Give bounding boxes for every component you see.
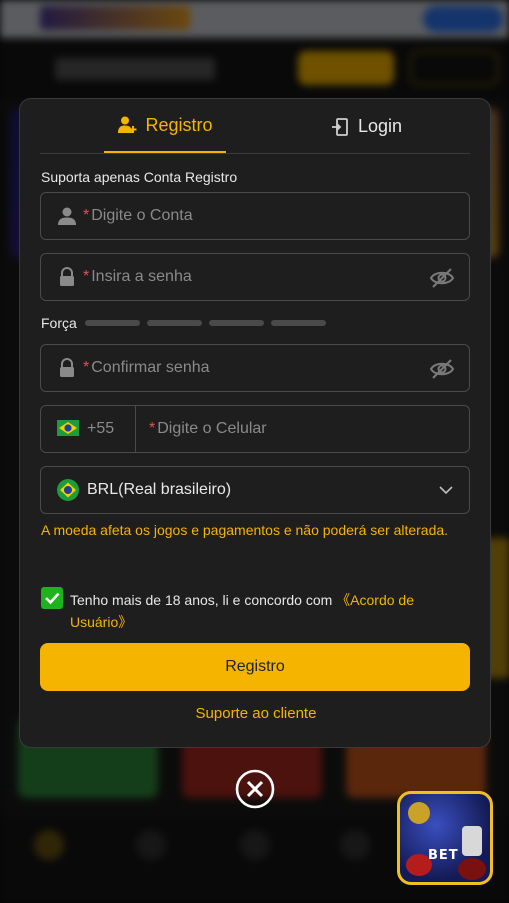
app-shortcut-icon[interactable]: BET	[397, 791, 493, 885]
age-agreement-checkbox[interactable]	[41, 587, 63, 609]
tab-registro-label: Registro	[145, 114, 213, 135]
password-placeholder: * Insira a senha	[83, 268, 192, 285]
auth-tabs: Registro Login	[40, 99, 470, 154]
strength-bar	[270, 320, 326, 326]
phone-country-code[interactable]: +55	[87, 420, 114, 438]
eye-off-icon[interactable]	[429, 357, 455, 381]
account-field[interactable]: * Digite o Conta	[40, 192, 470, 240]
user-icon	[58, 207, 76, 225]
tab-registro[interactable]: Registro	[104, 99, 226, 153]
password-field[interactable]: * Insira a senha	[40, 253, 470, 301]
password-strength: Força	[41, 315, 333, 331]
confirm-placeholder: * Confirmar senha	[83, 359, 210, 376]
phone-divider	[135, 406, 136, 452]
phone-field[interactable]: +55 * Digite o Celular	[40, 405, 470, 453]
confirm-password-field[interactable]: * Confirmar senha	[40, 344, 470, 392]
strength-label: Força	[41, 315, 77, 331]
strength-bar	[84, 320, 140, 326]
lock-icon	[60, 267, 74, 286]
support-note: Suporta apenas Conta Registro	[41, 169, 238, 185]
brazil-flag-icon	[57, 479, 79, 501]
close-icon[interactable]	[235, 769, 275, 809]
currency-select[interactable]: BRL(Real brasileiro)	[40, 466, 470, 514]
tab-login-label: Login	[358, 116, 403, 136]
phone-placeholder: * Digite o Celular	[149, 420, 267, 437]
checkmark-icon	[45, 592, 60, 605]
register-submit-button[interactable]: Registro	[40, 643, 470, 691]
brazil-flag-icon	[57, 420, 79, 436]
agreement-text: Tenho mais de 18 anos, li e concordo com…	[70, 592, 414, 630]
currency-warning: A moeda afeta os jogos e pagamentos e nã…	[41, 522, 449, 538]
currency-value: BRL(Real brasileiro)	[87, 481, 232, 498]
eye-off-icon[interactable]	[429, 266, 455, 290]
app-brand-text: BET	[428, 848, 459, 863]
lock-icon	[60, 358, 74, 377]
login-door-icon	[332, 117, 348, 136]
strength-bar	[146, 320, 202, 326]
account-placeholder: * Digite o Conta	[83, 207, 193, 224]
strength-bar	[208, 320, 264, 326]
register-modal: Registro Login Suporta apenas Conta Regi…	[19, 98, 491, 748]
tab-login[interactable]: Login	[330, 99, 420, 154]
customer-support-link[interactable]: Suporte ao cliente	[20, 705, 492, 722]
chevron-down-icon	[439, 486, 453, 495]
add-user-icon	[118, 116, 137, 133]
